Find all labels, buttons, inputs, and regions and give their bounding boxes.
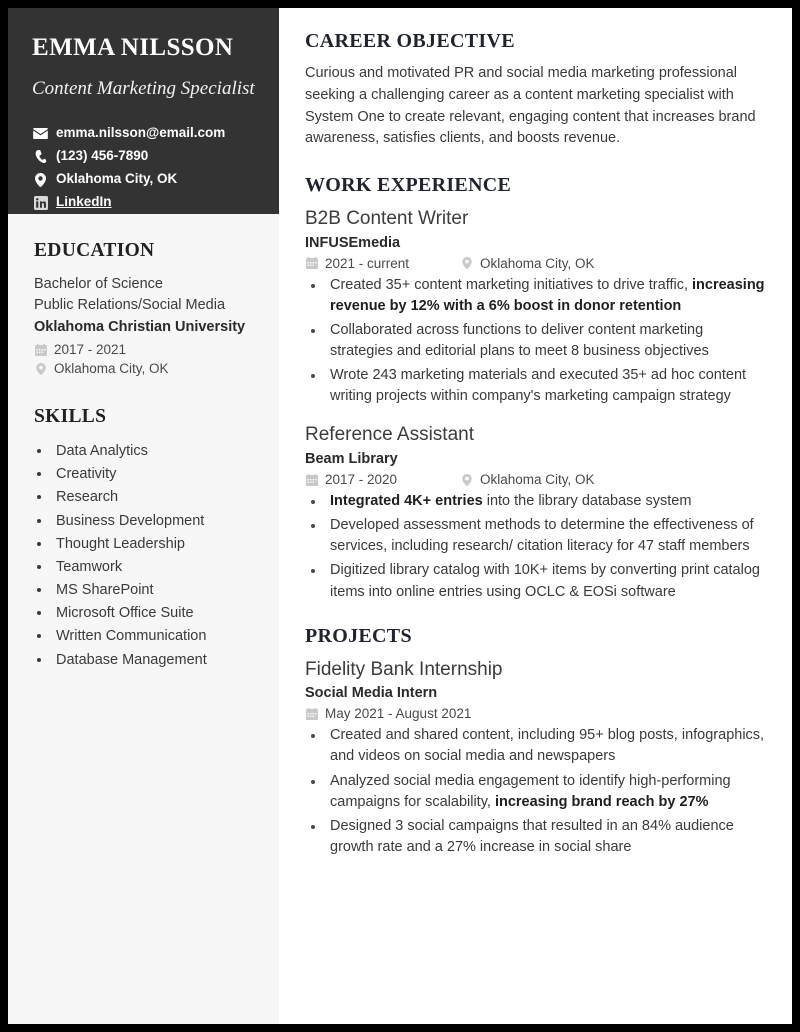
project-entries: Fidelity Bank Internship Social Media Int… <box>305 658 770 858</box>
bullet-item: Digitized library catalog with 10K+ item… <box>325 560 770 602</box>
bullet-item: Integrated 4K+ entries into the library … <box>325 491 770 512</box>
entry-meta: 2017 - 2020 Oklahoma City, OK <box>305 472 770 487</box>
entry-dates-group: 2017 - 2020 <box>305 472 460 487</box>
entry-bullets: Integrated 4K+ entries into the library … <box>305 491 770 603</box>
entry-bullets: Created 35+ content marketing initiative… <box>305 275 770 408</box>
skill-item: Business Development <box>52 510 255 532</box>
bullet-item: Analyzed social media engagement to iden… <box>325 771 770 813</box>
phone-icon <box>32 149 49 164</box>
skill-item: Research <box>52 486 255 508</box>
contact-linkedin-label[interactable]: LinkedIn <box>56 192 112 213</box>
entry-title: Reference Assistant <box>305 424 474 446</box>
experience-entry: Fidelity Bank Internship Social Media Int… <box>305 658 770 858</box>
work-experience-section: WORK EXPERIENCE B2B Content Writer INFUSE… <box>305 174 770 603</box>
contact-phone[interactable]: (123) 456-7890 <box>32 146 255 167</box>
education-dates-row: 2017 - 2021 <box>34 342 255 357</box>
entry-dates: 2021 - current <box>325 255 410 271</box>
entry-organization: INFUSEmedia <box>305 234 401 251</box>
skill-item: Database Management <box>52 649 255 671</box>
entry-meta: 2021 - current Oklahoma City, OK <box>305 256 770 271</box>
skills-section: SKILLS Data AnalyticsCreativityResearchB… <box>34 406 255 671</box>
entry-dates: May 2021 - August 2021 <box>325 706 472 722</box>
calendar-icon <box>305 707 319 720</box>
bullet-item: Designed 3 social campaigns that resulte… <box>325 816 770 858</box>
bullet-item: Wrote 243 marketing materials and execut… <box>325 365 770 407</box>
bullet-item: Developed assessment methods to determin… <box>325 515 770 557</box>
entry-title: B2B Content Writer <box>305 208 469 229</box>
entry-title: Fidelity Bank Internship <box>305 658 503 680</box>
skill-item: Data Analytics <box>52 440 255 462</box>
entry-organization: Beam Library <box>305 451 398 468</box>
contact-email-label: emma.nilsson@email.com <box>56 125 226 141</box>
bullet-item: Collaborated across functions to deliver… <box>325 320 770 362</box>
calendar-icon <box>34 343 48 356</box>
location-pin-icon <box>32 172 49 187</box>
career-objective-text: Curious and motivated PR and social medi… <box>305 65 756 147</box>
main-content: CAREER OBJECTIVE Curious and motivated P… <box>279 8 792 1024</box>
education-degree: Bachelor of Science <box>34 276 163 292</box>
career-objective-heading: CAREER OBJECTIVE <box>305 30 515 52</box>
skill-item: Teamwork <box>52 556 255 578</box>
contact-location: Oklahoma City, OK <box>32 169 255 190</box>
experience-entry: Reference Assistant Beam Library 2017 - 20… <box>305 423 770 602</box>
education-dates: 2017 - 2021 <box>54 342 127 358</box>
education-field: Public Relations/Social Media <box>34 297 226 314</box>
contact-phone-label: (123) 456-7890 <box>56 148 149 164</box>
skills-heading: SKILLS <box>34 406 107 428</box>
bullet-item: Created 35+ content marketing initiative… <box>325 275 770 317</box>
skill-item: Microsoft Office Suite <box>52 602 255 624</box>
contact-linkedin[interactable]: LinkedIn <box>32 192 255 213</box>
education-school: Oklahoma Christian University <box>34 319 246 336</box>
sidebar-header: EMMA NILSSON Content Marketing Specialis… <box>8 8 279 214</box>
contact-email[interactable]: emma.nilsson@email.com <box>32 123 255 144</box>
entry-dates-group: May 2021 - August 2021 <box>305 706 471 721</box>
envelope-icon <box>32 128 49 140</box>
entry-location: Oklahoma City, OK <box>480 472 595 487</box>
entry-dates: 2017 - 2020 <box>325 472 398 487</box>
bullet-item: Created and shared content, including 95… <box>325 725 770 767</box>
linkedin-icon <box>32 195 49 210</box>
education-location: Oklahoma City, OK <box>54 361 169 377</box>
skill-item: MS SharePoint <box>52 579 255 601</box>
entry-dates-group: 2021 - current <box>305 256 460 271</box>
candidate-name: EMMA NILSSON <box>32 34 234 61</box>
experience-entry: B2B Content Writer INFUSEmedia 2021 - curr… <box>305 207 770 407</box>
projects-heading: PROJECTS <box>305 624 412 647</box>
entry-location: Oklahoma City, OK <box>480 255 595 271</box>
candidate-job-title: Content Marketing Specialist <box>32 77 255 99</box>
career-objective-section: CAREER OBJECTIVE Curious and motivated P… <box>305 30 770 150</box>
projects-section: PROJECTS Fidelity Bank Internship Social … <box>305 625 770 858</box>
calendar-icon <box>305 473 319 486</box>
location-pin-icon <box>460 257 474 270</box>
entry-meta: May 2021 - August 2021 <box>305 706 770 721</box>
location-pin-icon <box>460 473 474 486</box>
sidebar: EMMA NILSSON Content Marketing Specialis… <box>8 8 279 1024</box>
education-section: EDUCATION Bachelor of Science Public Rel… <box>34 240 255 376</box>
skill-item: Thought Leadership <box>52 533 255 555</box>
sidebar-body: EDUCATION Bachelor of Science Public Rel… <box>8 214 279 692</box>
location-pin-icon <box>34 362 48 375</box>
entry-location-group: Oklahoma City, OK <box>460 256 595 271</box>
contact-list: emma.nilsson@email.com (123) 456-7890 Ok… <box>32 123 255 213</box>
skill-item: Written Communication <box>52 625 255 647</box>
calendar-icon <box>305 257 319 270</box>
education-location-row: Oklahoma City, OK <box>34 361 255 376</box>
skills-list: Data AnalyticsCreativityResearchBusiness… <box>34 440 255 671</box>
entry-bullets: Created and shared content, including 95… <box>305 725 770 858</box>
work-experience-heading: WORK EXPERIENCE <box>305 174 512 196</box>
education-heading: EDUCATION <box>34 240 155 261</box>
entry-organization: Social Media Intern <box>305 685 438 702</box>
skill-item: Creativity <box>52 463 255 485</box>
resume-page: EMMA NILSSON Content Marketing Specialis… <box>8 8 792 1024</box>
contact-location-label: Oklahoma City, OK <box>56 171 178 187</box>
entry-location-group: Oklahoma City, OK <box>460 472 595 487</box>
work-entries: B2B Content Writer INFUSEmedia 2021 - curr… <box>305 207 770 603</box>
